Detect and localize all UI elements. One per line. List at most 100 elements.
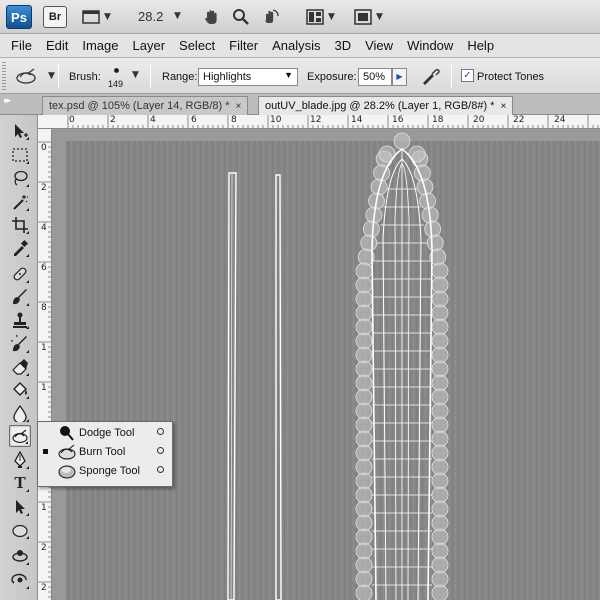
- menu-select[interactable]: Select: [172, 38, 222, 53]
- options-bar: ▼ Brush: 149 ▼ Range: Highlights ▼ Expos…: [0, 58, 600, 94]
- ruler-label: 2: [41, 543, 47, 553]
- ruler-label: 1: [41, 503, 47, 513]
- dodge-burn-tool[interactable]: [9, 425, 31, 447]
- flyout-item-burn-tool[interactable]: Burn Tool: [38, 443, 172, 462]
- quick-selection-tool[interactable]: [9, 191, 31, 213]
- menu-help[interactable]: Help: [460, 38, 501, 53]
- ruler-label: 2: [110, 115, 116, 125]
- ruler-label: 16: [392, 115, 404, 125]
- brush-size: 149: [108, 79, 124, 89]
- path-selection-tool[interactable]: [9, 496, 31, 518]
- eyedropper-tool[interactable]: [9, 237, 31, 259]
- document-canvas[interactable]: [52, 129, 600, 600]
- dodge-icon: [60, 426, 74, 441]
- menu-image[interactable]: Image: [75, 38, 125, 53]
- menu-bar: File Edit Image Layer Select Filter Anal…: [0, 34, 600, 58]
- wireframe-vertex-marker: [431, 542, 449, 560]
- ruler-label: 6: [41, 263, 47, 273]
- wireframe-vertex-marker: [431, 570, 449, 588]
- 3d-orbit-tool[interactable]: [9, 569, 31, 591]
- bridge-button[interactable]: Br: [43, 6, 67, 28]
- ruler-label: 22: [513, 115, 525, 125]
- brush-tip-preview: [114, 68, 119, 73]
- view-extras-icon: [82, 10, 100, 24]
- crop-tool[interactable]: [9, 214, 31, 236]
- options-separator: [150, 64, 151, 88]
- document-tabs: tex.psd @ 105% (Layer 14, RGB/8) * × outU…: [0, 94, 600, 115]
- menu-view[interactable]: View: [358, 38, 400, 53]
- wireframe-vertex-marker: [426, 234, 444, 252]
- protect-tones-checkbox[interactable]: ✓: [461, 69, 474, 82]
- arrange-documents-icon: [306, 9, 324, 25]
- shape-tool[interactable]: [9, 519, 31, 541]
- flyout-item-dodge-tool[interactable]: Dodge Tool: [38, 424, 172, 443]
- menu-file[interactable]: File: [4, 38, 39, 53]
- vertical-ruler-ticks: [38, 141, 51, 598]
- options-bar-grip[interactable]: [2, 62, 6, 90]
- sponge-icon: [58, 465, 76, 479]
- exposure-input[interactable]: 50%: [358, 68, 392, 86]
- arrange-documents-button[interactable]: ▼: [306, 6, 335, 28]
- range-select[interactable]: Highlights ▼: [198, 68, 298, 86]
- zoom-level[interactable]: 28.2: [138, 9, 163, 24]
- ruler-label: 2: [41, 583, 47, 593]
- zoom-dropdown-arrow[interactable]: ▼: [174, 11, 181, 21]
- view-extras-button[interactable]: ▼: [82, 6, 111, 28]
- wireframe-vertex-marker: [355, 500, 373, 518]
- tab-tex-psd[interactable]: tex.psd @ 105% (Layer 14, RGB/8) * ×: [42, 96, 249, 115]
- exposure-slider-button[interactable]: ▶: [392, 68, 407, 86]
- hand-icon: [205, 10, 217, 24]
- ruler-label: 14: [351, 115, 363, 125]
- menu-3d[interactable]: 3D: [327, 38, 358, 53]
- collapse-toolbox-icon[interactable]: ▸▸: [4, 96, 11, 106]
- menu-layer[interactable]: Layer: [126, 38, 173, 53]
- paint-bucket-tool[interactable]: [9, 379, 31, 401]
- burn-icon: [58, 444, 76, 460]
- brush-picker[interactable]: 149 ▼: [104, 63, 144, 91]
- brush-tool[interactable]: [9, 286, 31, 308]
- type-icon: T: [14, 473, 26, 492]
- menu-window[interactable]: Window: [400, 38, 460, 53]
- uv-wireframe-image: [52, 129, 600, 600]
- hand-tool-button[interactable]: [203, 6, 221, 28]
- tab-outuv-blade[interactable]: outUV_blade.jpg @ 28.2% (Layer 1, RGB/8#…: [258, 96, 514, 115]
- airbrush-button[interactable]: [420, 66, 442, 89]
- wireframe-vertex-marker: [355, 514, 373, 532]
- menu-analysis[interactable]: Analysis: [265, 38, 327, 53]
- ruler-label: 4: [41, 223, 47, 233]
- wireframe-vertex-marker: [355, 584, 373, 600]
- options-separator: [58, 64, 59, 88]
- type-tool[interactable]: T: [9, 472, 31, 494]
- close-icon[interactable]: ×: [500, 101, 506, 112]
- ruler-label: 2: [41, 183, 47, 193]
- range-value: Highlights: [203, 71, 252, 83]
- menu-filter[interactable]: Filter: [222, 38, 265, 53]
- tool-preset-picker[interactable]: ▼: [14, 66, 55, 86]
- ruler-label: 24: [554, 115, 566, 125]
- marquee-tool[interactable]: [9, 144, 31, 166]
- close-icon[interactable]: ×: [236, 101, 242, 112]
- ruler-label: 12: [310, 115, 322, 125]
- 3d-rotate-tool[interactable]: [9, 545, 31, 567]
- options-separator: [451, 64, 452, 88]
- ruler-label: 8: [231, 115, 237, 125]
- screen-mode-button[interactable]: ▼: [354, 6, 383, 28]
- menu-edit[interactable]: Edit: [39, 38, 75, 53]
- healing-brush-tool[interactable]: [9, 263, 31, 285]
- ruler-label: 20: [473, 115, 485, 125]
- vertical-ruler: 0 2 4 6 8 1 1 1 1 1 2 2: [38, 129, 52, 600]
- ruler-label: 10: [270, 115, 282, 125]
- zoom-tool-button[interactable]: [232, 6, 250, 28]
- clone-stamp-tool[interactable]: [9, 309, 31, 331]
- flyout-item-sponge-tool[interactable]: Sponge Tool: [38, 462, 172, 481]
- wireframe-vertex-marker: [431, 584, 449, 600]
- lasso-tool[interactable]: [9, 167, 31, 189]
- eraser-tool[interactable]: [9, 356, 31, 378]
- range-label: Range:: [162, 71, 198, 83]
- rotate-view-button[interactable]: [262, 6, 280, 28]
- pen-tool[interactable]: [9, 449, 31, 471]
- ruler-label: 0: [69, 115, 75, 125]
- move-tool[interactable]: [9, 120, 31, 142]
- history-brush-tool[interactable]: [9, 333, 31, 355]
- blur-tool[interactable]: [9, 402, 31, 424]
